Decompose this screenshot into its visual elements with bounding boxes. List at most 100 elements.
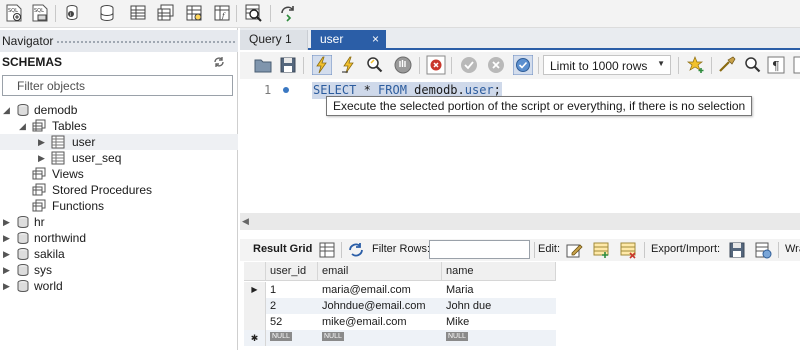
find-icon[interactable] [743, 55, 763, 75]
reconnect-icon[interactable] [278, 3, 298, 23]
expand-arrow-icon[interactable]: ▶ [3, 214, 15, 230]
table-user-label: user [72, 135, 96, 149]
filter-objects-box [2, 75, 233, 96]
table-row-cell[interactable]: Maria [442, 282, 556, 298]
views-label: Views [52, 167, 84, 181]
new-row-cell[interactable]: NULL [266, 330, 318, 346]
sql-editor[interactable]: 1 SELECT * FROM demodb.user; Execute the… [240, 79, 800, 213]
schema-demodb[interactable]: ◢ demodb [0, 102, 238, 118]
save-icon[interactable] [278, 55, 298, 75]
new-sql-tab-icon[interactable]: SQL [4, 3, 24, 23]
rollback-icon[interactable] [486, 55, 506, 75]
table-row-cell[interactable]: Mike [442, 314, 556, 330]
grid-view-icon[interactable] [318, 241, 336, 259]
tables-node[interactable]: ◢ Tables [0, 118, 238, 134]
schema-sakila[interactable]: ▶ sakila [0, 246, 238, 262]
add-snippet-icon[interactable] [686, 55, 706, 75]
expand-arrow-icon[interactable]: ▶ [3, 230, 15, 246]
database-icon [17, 232, 29, 245]
open-sql-file-icon[interactable]: SQL [30, 3, 50, 23]
execute-current-statement-icon[interactable] [339, 55, 359, 75]
navigator-header: Navigator [0, 30, 238, 52]
refresh-icon[interactable] [347, 241, 365, 259]
row-header[interactable] [244, 298, 266, 314]
sql-keyword-select: SELECT [313, 83, 357, 97]
schema-hr[interactable]: ▶ hr [0, 214, 238, 230]
table-row-cell[interactable]: Johndue@email.com [318, 298, 442, 314]
filter-rows-input[interactable] [429, 240, 530, 259]
create-table-icon[interactable] [128, 3, 148, 23]
column-header-user-id[interactable]: user_id [266, 262, 318, 281]
column-header-email[interactable]: email [318, 262, 442, 281]
commit-icon[interactable] [459, 55, 479, 75]
close-tab-icon[interactable]: × [372, 30, 379, 49]
functions-label: Functions [52, 199, 105, 213]
create-procedure-icon[interactable] [184, 3, 204, 23]
table-icon [51, 135, 65, 149]
collapse-arrow-icon[interactable]: ◢ [3, 102, 15, 118]
table-row-cell[interactable]: John due [442, 298, 556, 314]
create-function-icon[interactable]: f [212, 3, 232, 23]
column-header-name[interactable]: name [442, 262, 556, 281]
result-grid-tab[interactable]: Result Grid [253, 243, 312, 255]
expand-arrow-icon[interactable]: ▶ [38, 134, 50, 150]
add-row-icon[interactable] [592, 241, 610, 259]
expand-arrow-icon[interactable]: ▶ [3, 278, 15, 294]
table-user-seq-label: user_seq [72, 151, 122, 165]
row-header[interactable] [244, 314, 266, 330]
edit-row-icon[interactable] [565, 241, 583, 259]
delete-row-icon[interactable] [619, 241, 637, 259]
table-row-cell[interactable]: 1 [266, 282, 318, 298]
stop-on-error-icon[interactable] [426, 55, 446, 75]
schema-sys[interactable]: ▶ sys [0, 262, 238, 278]
table-row-cell[interactable]: 52 [266, 314, 318, 330]
search-table-data-icon[interactable] [244, 3, 264, 23]
scroll-left-icon[interactable]: ◀ [242, 216, 249, 227]
svg-text:¶: ¶ [772, 59, 780, 73]
null-badge: NULL [446, 332, 468, 341]
views-node[interactable]: Views [0, 166, 238, 182]
explain-icon[interactable] [365, 55, 385, 75]
create-view-icon[interactable] [156, 3, 176, 23]
tab-label: Query 1 [249, 32, 292, 46]
expand-arrow-icon[interactable]: ▶ [3, 262, 15, 278]
table-row-cell[interactable]: maria@email.com [318, 282, 442, 298]
stored-procedures-label: Stored Procedures [52, 183, 153, 197]
create-schema-icon[interactable] [97, 3, 117, 23]
table-row-cell[interactable]: mike@email.com [318, 314, 442, 330]
expand-arrow-icon[interactable]: ▶ [3, 246, 15, 262]
table-user[interactable]: ▶ user [0, 134, 238, 150]
table-row-cell[interactable]: 2 [266, 298, 318, 314]
horizontal-scrollbar[interactable]: ◀ [240, 213, 800, 230]
open-folder-icon[interactable] [253, 55, 273, 75]
table-user-seq[interactable]: ▶ user_seq [0, 150, 238, 166]
auto-commit-icon[interactable] [513, 55, 533, 75]
new-row-cell[interactable]: NULL [318, 330, 442, 346]
limit-rows-select[interactable]: Limit to 1000 rows ▼ [543, 55, 671, 75]
current-row-marker-icon[interactable]: ▶ [244, 282, 266, 298]
word-wrap-icon[interactable] [792, 55, 800, 75]
dropdown-arrow-icon: ▼ [657, 59, 665, 68]
tab-query-1[interactable]: Query 1 [240, 30, 308, 50]
filter-objects-input[interactable] [17, 77, 231, 94]
tab-user[interactable]: user × [311, 30, 386, 50]
import-icon[interactable] [754, 241, 772, 259]
new-row-cell[interactable]: NULL [442, 330, 556, 346]
export-icon[interactable] [728, 241, 746, 259]
schemas-title: SCHEMAS [2, 55, 63, 69]
panel-grip[interactable] [56, 40, 236, 44]
refresh-icon[interactable] [212, 55, 226, 69]
schema-world[interactable]: ▶ world [0, 278, 238, 294]
invisible-characters-icon[interactable]: ¶ [766, 55, 786, 75]
execute-selection-icon[interactable] [312, 55, 332, 75]
stop-icon[interactable] [393, 55, 413, 75]
stored-procedures-node[interactable]: Stored Procedures [0, 182, 238, 198]
inspector-icon[interactable]: i [62, 3, 82, 23]
expand-arrow-icon[interactable]: ▶ [38, 150, 50, 166]
beautify-icon[interactable] [717, 55, 737, 75]
functions-node[interactable]: Functions [0, 198, 238, 214]
schema-northwind[interactable]: ▶ northwind [0, 230, 238, 246]
new-row-marker-icon[interactable]: ✱ [244, 330, 266, 346]
database-icon [17, 216, 29, 229]
collapse-arrow-icon[interactable]: ◢ [19, 118, 31, 134]
